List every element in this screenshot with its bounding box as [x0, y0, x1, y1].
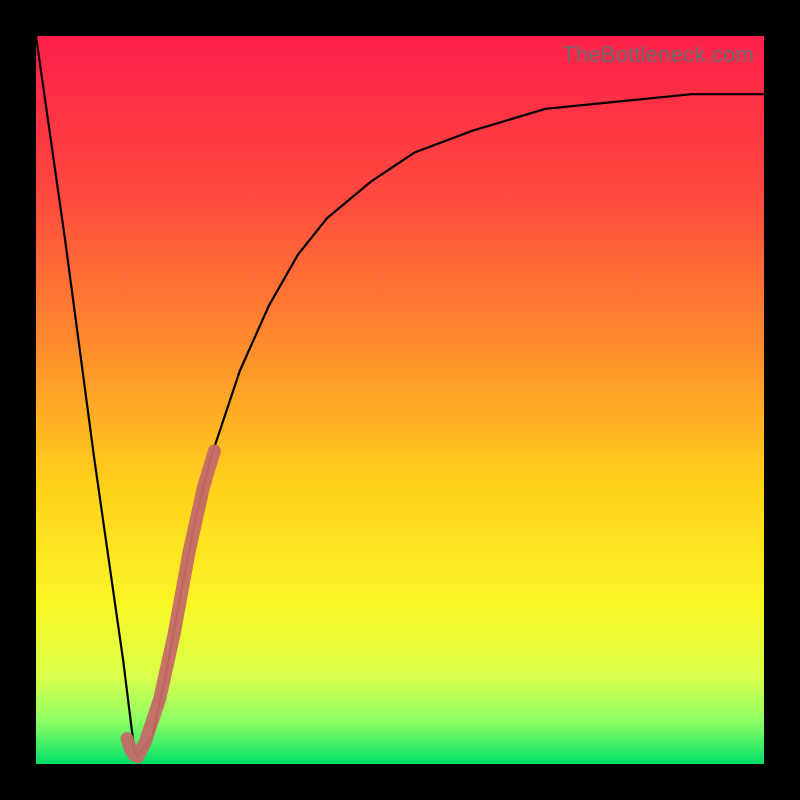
plot-area: TheBottleneck.com [36, 36, 764, 764]
curve-layer [36, 36, 764, 764]
chart-frame: TheBottleneck.com [0, 0, 800, 800]
highlight-segment [127, 451, 214, 757]
bottleneck-curve [36, 36, 764, 757]
